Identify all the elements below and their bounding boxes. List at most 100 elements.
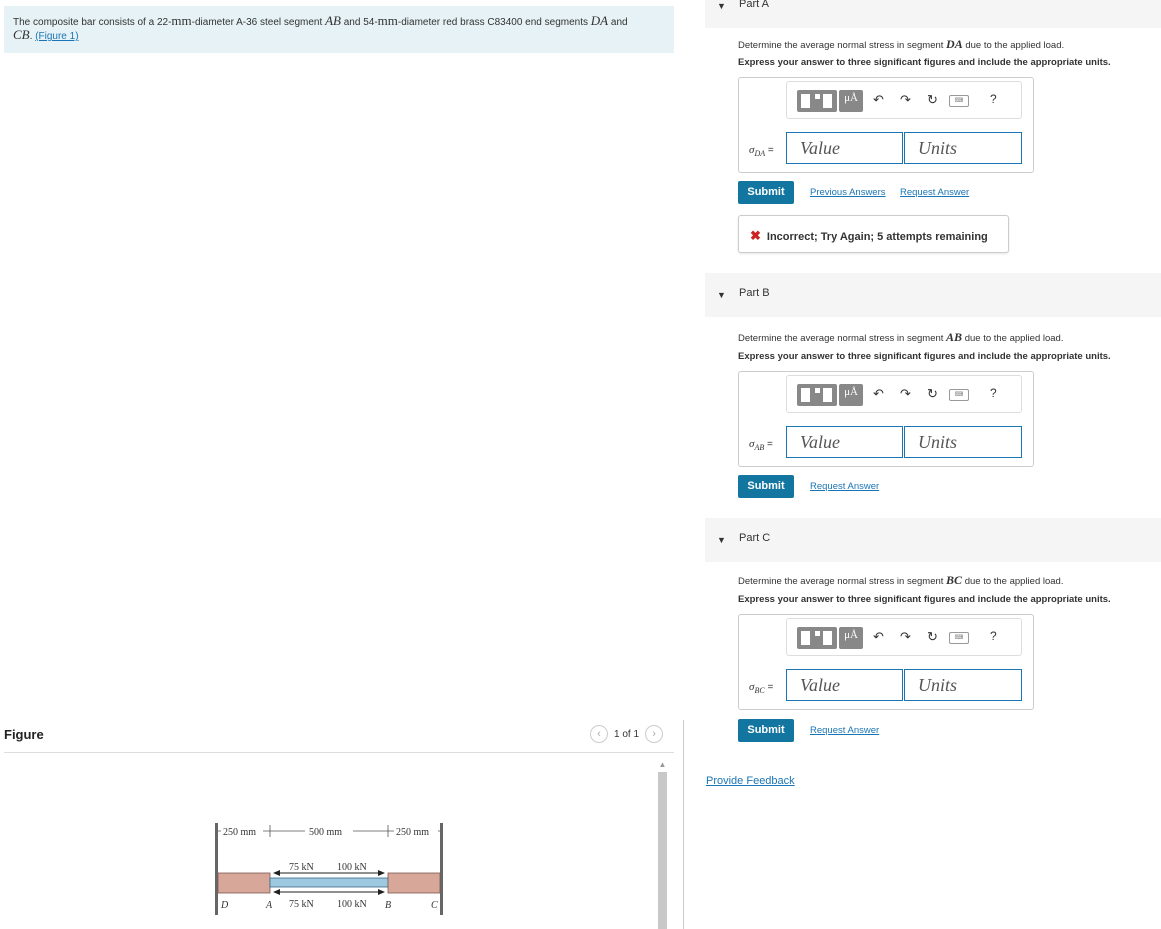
part-a-question: Determine the average normal stress in s… <box>738 37 1064 52</box>
part-a-header[interactable]: ▼ Part A <box>705 0 1161 28</box>
request-answer-link[interactable]: Request Answer <box>900 187 969 198</box>
submit-button[interactable]: Submit <box>738 181 794 204</box>
question-var: DA <box>946 37 963 51</box>
value-input[interactable]: Value <box>786 132 903 164</box>
templates-icon[interactable] <box>797 90 837 112</box>
problem-text: The composite bar consists of a 22- <box>13 17 172 28</box>
chevron-right-icon[interactable]: › <box>645 725 664 743</box>
units-input[interactable]: Units <box>904 669 1022 701</box>
point-label: A <box>265 900 273 911</box>
question-var: BC <box>946 573 963 587</box>
problem-text: -diameter A-36 steel segment <box>191 17 326 28</box>
figure-scrollbar[interactable]: ▲ <box>657 760 668 929</box>
right-wall <box>440 823 443 915</box>
units-input[interactable]: Units <box>904 426 1022 458</box>
force-label: 100 kN <box>337 899 367 910</box>
request-answer-link[interactable]: Request Answer <box>810 481 879 492</box>
sigma-label: σDA = <box>749 144 774 158</box>
units-icon[interactable]: μÅ <box>839 90 863 112</box>
chevron-left-icon[interactable]: ‹ <box>590 725 608 743</box>
redo-icon[interactable]: ↷ <box>900 386 911 402</box>
part-c-instructions: Express your answer to three significant… <box>738 594 1111 605</box>
scroll-up-icon[interactable]: ▲ <box>657 760 668 770</box>
dim-label: 500 mm <box>309 827 342 838</box>
question-text: due to the applied load. <box>962 40 1065 51</box>
question-text: Determine the average normal stress in s… <box>738 40 947 51</box>
sigma-subscript: BC <box>754 686 765 695</box>
redo-icon[interactable]: ↷ <box>900 629 911 645</box>
equals-sign: = <box>765 145 774 156</box>
units-icon[interactable]: μÅ <box>839 627 863 649</box>
problem-var: CB <box>13 27 30 42</box>
part-b-instructions: Express your answer to three significant… <box>738 351 1111 362</box>
keyboard-icon[interactable]: ⌨ <box>949 95 969 107</box>
arrow-head <box>378 870 385 876</box>
collapse-triangle-icon[interactable]: ▼ <box>717 290 726 300</box>
submit-button[interactable]: Submit <box>738 475 794 498</box>
help-icon[interactable]: ? <box>990 92 997 106</box>
problem-unit: mm <box>171 13 192 28</box>
force-label: 75 kN <box>289 862 314 873</box>
keyboard-icon[interactable]: ⌨ <box>949 389 969 401</box>
part-label: Part A <box>739 0 769 10</box>
undo-icon[interactable]: ↶ <box>873 386 884 402</box>
point-label: B <box>385 900 391 911</box>
figure-link[interactable]: (Figure 1) <box>35 31 78 42</box>
page-indicator: 1 of 1 <box>614 728 640 740</box>
keyboard-icon[interactable]: ⌨ <box>949 632 969 644</box>
arrow-head <box>378 889 385 895</box>
value-input[interactable]: Value <box>786 426 903 458</box>
redo-icon[interactable]: ↷ <box>900 92 911 108</box>
reset-icon[interactable]: ↻ <box>927 92 938 108</box>
force-label: 100 kN <box>337 862 367 873</box>
divider <box>4 752 674 753</box>
problem-unit: mm <box>377 13 398 28</box>
point-label: C <box>431 900 438 911</box>
segment-DA <box>217 872 271 894</box>
request-answer-link[interactable]: Request Answer <box>810 725 879 736</box>
dim-label: 250 mm <box>396 827 429 838</box>
part-a-instructions: Express your answer to three significant… <box>738 57 1111 68</box>
math-toolbar: μÅ ↶ ↷ ↻ ⌨ ? <box>786 375 1022 413</box>
reset-icon[interactable]: ↻ <box>927 629 938 645</box>
units-input[interactable]: Units <box>904 132 1022 164</box>
help-icon[interactable]: ? <box>990 629 997 643</box>
provide-feedback-link[interactable]: Provide Feedback <box>706 775 795 787</box>
feedback-text: Incorrect; Try Again; 5 attempts remaini… <box>766 231 988 243</box>
equals-sign: = <box>764 682 774 693</box>
composite-bar-figure: 250 mm 500 mm 250 mm 75 kN 100 kN 75 kN … <box>215 823 443 915</box>
figure-title: Figure <box>4 727 44 742</box>
value-input[interactable]: Value <box>786 669 903 701</box>
question-text: due to the applied load. <box>962 576 1064 587</box>
problem-var: AB <box>325 13 341 28</box>
reset-icon[interactable]: ↻ <box>927 386 938 402</box>
segment-AB <box>269 877 389 888</box>
submit-button[interactable]: Submit <box>738 719 794 742</box>
part-c-question: Determine the average normal stress in s… <box>738 573 1063 588</box>
sigma-subscript: AB <box>754 443 765 452</box>
question-var: AB <box>946 330 963 344</box>
help-icon[interactable]: ? <box>990 386 997 400</box>
sigma-label: σAB = <box>749 438 773 452</box>
sigma-label: σBC = <box>749 681 773 695</box>
feedback-message: ✖ Incorrect; Try Again; 5 attempts remain… <box>738 215 1009 253</box>
part-b-header[interactable]: ▼ Part B <box>705 273 1161 317</box>
units-icon[interactable]: μÅ <box>839 384 863 406</box>
templates-icon[interactable] <box>797 384 837 406</box>
previous-answers-link[interactable]: Previous Answers <box>810 187 886 198</box>
question-text: due to the applied load. <box>962 333 1064 344</box>
math-toolbar: μÅ ↶ ↷ ↻ ⌨ ? <box>786 81 1022 119</box>
undo-icon[interactable]: ↶ <box>873 92 884 108</box>
problem-text: and 54- <box>340 17 378 28</box>
collapse-triangle-icon[interactable]: ▼ <box>717 535 726 545</box>
undo-icon[interactable]: ↶ <box>873 629 884 645</box>
point-label: D <box>220 900 229 911</box>
part-a-answer-box: μÅ ↶ ↷ ↻ ⌨ ? σDA = Value Units <box>738 77 1034 173</box>
collapse-triangle-icon[interactable]: ▼ <box>717 1 726 11</box>
arrow-head <box>273 889 280 895</box>
part-c-header[interactable]: ▼ Part C <box>705 518 1161 562</box>
part-c-answer-box: μÅ ↶ ↷ ↻ ⌨ ? σBC = Value Units <box>738 614 1034 710</box>
scroll-thumb[interactable] <box>658 772 667 929</box>
templates-icon[interactable] <box>797 627 837 649</box>
arrow-head <box>273 870 280 876</box>
